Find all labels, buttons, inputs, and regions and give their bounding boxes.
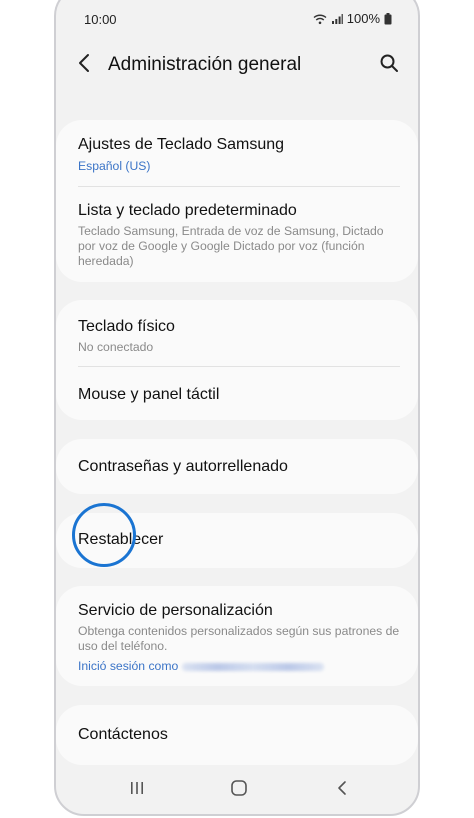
phone-frame: 10:00 100% Administración general Ajuste… [54, 0, 420, 816]
recents-icon [131, 782, 143, 794]
search-button[interactable] [376, 50, 402, 76]
item-title: Lista y teclado predeterminado [78, 202, 297, 219]
app-bar: Administración general [56, 38, 418, 88]
page-title: Administración general [108, 54, 302, 75]
card-customization: Servicio de personalización Obtenga cont… [56, 586, 418, 686]
search-icon [380, 54, 398, 72]
item-title: Ajustes de Teclado Samsung [78, 136, 285, 153]
item-subtitle: Teclado Samsung, Entrada de voz de Samsu… [78, 224, 384, 268]
signed-in-line: Inició sesión como [78, 659, 400, 673]
back-button[interactable] [72, 48, 96, 78]
item-title: Contraseñas y autorrellenado [78, 458, 288, 475]
card-physical-input: Teclado físico No conectado Mouse y pane… [56, 300, 418, 420]
wifi-icon [313, 14, 327, 24]
recents-button[interactable] [122, 776, 152, 800]
home-icon [231, 780, 247, 796]
item-title: Contáctenos [78, 726, 168, 743]
status-icons: 100% [313, 11, 392, 26]
navigation-bar [56, 776, 418, 814]
list-item-mouse-touchpad[interactable]: Mouse y panel táctil [78, 386, 400, 404]
nav-back-icon [338, 781, 346, 795]
card-keyboard: Ajustes de Teclado Samsung Español (US) … [56, 120, 418, 282]
back-arrow-icon [79, 54, 89, 72]
highlight-circle [72, 503, 136, 567]
item-subtitle: Español (US) [78, 159, 151, 173]
list-item-customization-service[interactable]: Servicio de personalización Obtenga cont… [78, 602, 400, 673]
list-item-physical-keyboard[interactable]: Teclado físico No conectado [78, 318, 400, 355]
status-time: 10:00 [84, 12, 117, 27]
nav-back-button[interactable] [327, 776, 357, 800]
signed-in-label: Inició sesión como [78, 659, 179, 673]
list-item-contact-us[interactable]: Contáctenos [78, 726, 400, 744]
status-bar: 10:00 100% [56, 2, 418, 28]
item-subtitle: No conectado [78, 340, 154, 354]
divider [78, 186, 400, 187]
item-title: Servicio de personalización [78, 602, 273, 619]
signal-icon [331, 13, 343, 24]
battery-icon [384, 12, 392, 24]
card-passwords: Contraseñas y autorrellenado [56, 439, 418, 494]
list-item-samsung-keyboard[interactable]: Ajustes de Teclado Samsung Español (US) [78, 136, 400, 173]
card-contact: Contáctenos [56, 705, 418, 765]
battery-percent: 100% [346, 11, 380, 26]
item-title: Mouse y panel táctil [78, 386, 220, 403]
divider [78, 366, 400, 367]
blurred-account-email [182, 662, 325, 671]
list-item-passwords-autofill[interactable]: Contraseñas y autorrellenado [78, 458, 400, 476]
item-title: Teclado físico [78, 318, 175, 335]
home-button[interactable] [224, 776, 254, 800]
item-subtitle: Obtenga contenidos personalizados según … [78, 624, 400, 653]
list-item-default-keyboard[interactable]: Lista y teclado predeterminado Teclado S… [78, 202, 400, 269]
